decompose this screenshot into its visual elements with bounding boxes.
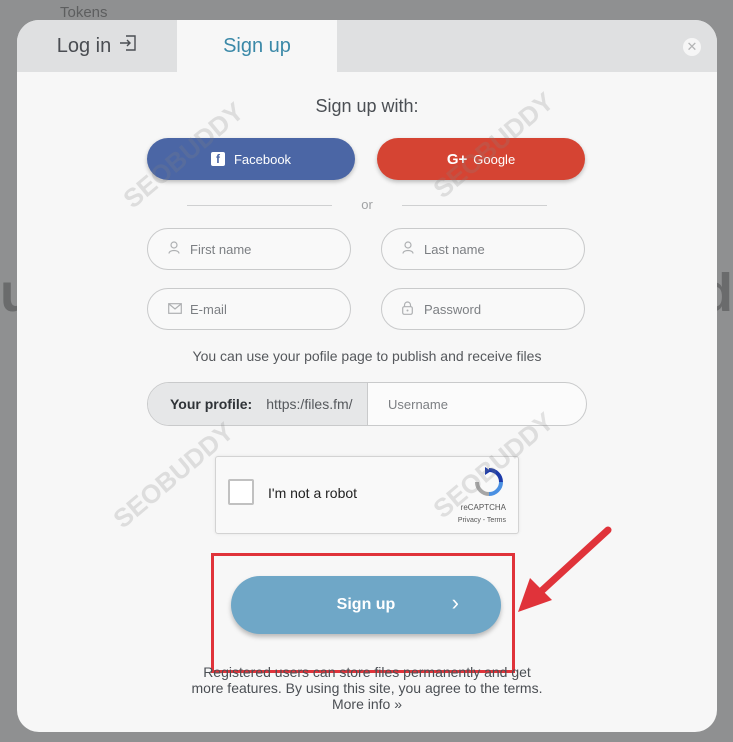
divider-right	[402, 205, 547, 206]
chevron-right-icon: ›	[451, 590, 459, 615]
or-text: or	[361, 197, 373, 212]
background-tokens-text: Tokens	[60, 4, 108, 21]
recaptcha-widget: I'm not a robot reCAPTCHA Privacy - Term…	[215, 456, 519, 534]
profile-info-text: You can use your pofile page to publish …	[192, 348, 542, 364]
signup-modal: Log in Sign up ✕ Sign up with: f Faceboo…	[17, 20, 717, 732]
facebook-icon: f	[210, 152, 225, 166]
last-name-field[interactable]: Last name	[381, 228, 585, 270]
footer-text: Registered users can store files permane…	[17, 664, 717, 696]
profile-prefix: Your profile: https:/files.fm/	[148, 383, 368, 425]
facebook-label: Facebook	[233, 151, 292, 167]
google-icon: G+	[446, 150, 468, 168]
tab-signup[interactable]: Sign up	[177, 20, 337, 72]
mail-icon	[168, 302, 190, 317]
profile-url-group: Your profile: https:/files.fm/ Username	[147, 382, 587, 426]
signup-button[interactable]: Sign up ›	[231, 576, 501, 634]
email-placeholder: E-mail	[190, 301, 227, 317]
more-info-link[interactable]: More info »	[17, 696, 717, 712]
recaptcha-links[interactable]: Privacy - Terms	[458, 517, 506, 524]
footer-line-2: more features. By using this site, you a…	[191, 680, 543, 696]
profile-label: Your profile:	[170, 396, 253, 412]
signup-button-label: Sign up	[336, 596, 396, 613]
lock-icon	[402, 300, 424, 318]
profile-url-prefix: https:/files.fm/	[266, 396, 353, 412]
tab-bar: Log in Sign up ✕	[17, 20, 717, 72]
user-icon	[402, 241, 424, 257]
recaptcha-icon	[474, 467, 504, 497]
username-input[interactable]: Username	[388, 383, 448, 425]
first-name-field[interactable]: First name	[147, 228, 351, 270]
tab-login[interactable]: Log in	[17, 20, 177, 72]
footer-line-1: Registered users can store files permane…	[203, 664, 531, 680]
close-icon[interactable]: ✕	[683, 38, 701, 56]
recaptcha-brand: reCAPTCHA	[460, 503, 506, 512]
email-field[interactable]: E-mail	[147, 288, 351, 330]
google-label: Google	[473, 151, 516, 167]
recaptcha-label: I'm not a robot	[268, 485, 358, 501]
recaptcha-checkbox[interactable]	[228, 479, 254, 505]
login-icon	[119, 35, 137, 57]
last-name-placeholder: Last name	[424, 241, 485, 257]
tab-signup-label: Sign up	[223, 34, 291, 57]
user-icon	[168, 241, 190, 257]
tab-login-label: Log in	[56, 34, 112, 57]
password-placeholder: Password	[424, 301, 482, 317]
first-name-placeholder: First name	[190, 241, 252, 257]
annotation-arrow-icon	[500, 520, 620, 625]
password-field[interactable]: Password	[381, 288, 585, 330]
facebook-button[interactable]: f Facebook	[147, 138, 355, 180]
signup-heading: Sign up with:	[315, 96, 419, 116]
google-button[interactable]: G+ Google	[377, 138, 585, 180]
